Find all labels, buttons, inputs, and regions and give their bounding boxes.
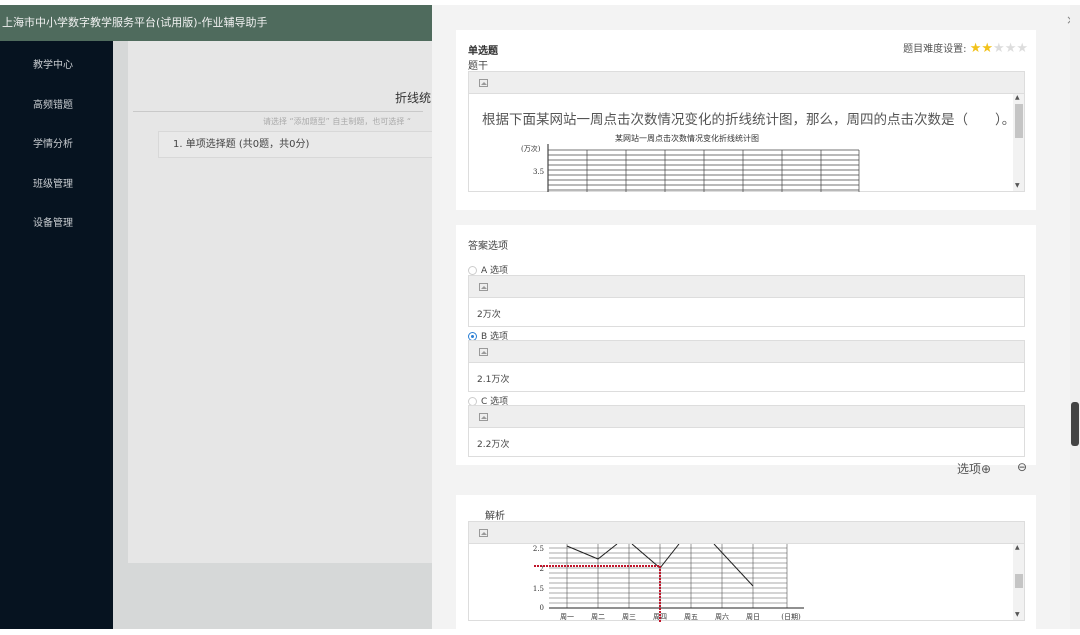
analysis-scrollbar[interactable]: ▲ ▼ [1013, 544, 1024, 620]
y-tick: 1.5 [533, 585, 544, 593]
y-tick: 0 [540, 604, 544, 612]
x-tick: 周一 [560, 613, 574, 621]
option-value: 2.1万次 [477, 375, 510, 385]
stem-chart-unit: (万次) [521, 145, 541, 153]
answers-card: 答案选项 A 选项 2万次 B 选项 2.1万次 C 选项 2.2万次 [456, 225, 1036, 465]
insert-image-icon[interactable] [479, 413, 488, 421]
divider [133, 111, 423, 112]
insert-image-icon[interactable] [479, 348, 488, 356]
sidebar-item-analysis[interactable]: 学情分析 [0, 125, 113, 165]
star-icon[interactable]: ★ [1016, 41, 1028, 56]
sidebar-item-class-management[interactable]: 班级管理 [0, 165, 113, 205]
sidebar-item-frequent-errors[interactable]: 高频错题 [0, 86, 113, 126]
question-section[interactable]: 1. 单项选择题 (共0题，共0分) [158, 131, 438, 158]
stem-chart-grid [547, 144, 860, 192]
panel-scrollbar[interactable] [1070, 5, 1080, 629]
add-option-label: 选项 [957, 462, 982, 476]
sidebar: 教学中心 高频错题 学情分析 班级管理 设备管理 [0, 41, 113, 629]
data-line [713, 544, 754, 587]
app-title-bar: 上海市中小学数字教学服务平台(试用版)-作业辅导助手 [0, 5, 432, 41]
analysis-card: 解析 2.5 2 1.5 0 周一 周二 周三 周四 周五 周六 周日 (日期) [456, 495, 1036, 635]
x-axis-label: (日期) [781, 613, 801, 621]
page-title: 折线统 [395, 91, 432, 105]
star-icon[interactable]: ★ [993, 41, 1005, 56]
analysis-chart: 2.5 2 1.5 0 周一 周二 周三 周四 周五 周六 周日 (日期) [533, 544, 804, 622]
sidebar-item-teaching-center[interactable]: 教学中心 [0, 46, 113, 86]
stem-chart-tick: 3.5 [533, 168, 545, 176]
star-icon[interactable]: ★ [981, 41, 993, 56]
main-area: 折线统 请选择 “添加题型” 自主制题，也可选择 “ 1. 单项选择题 (共0题… [113, 41, 438, 629]
data-line [631, 544, 680, 569]
option-value: 2.2万次 [477, 440, 510, 450]
plus-circle-icon: ⊕ [981, 462, 992, 476]
stem-label: 题干 [468, 61, 488, 72]
app-title: 上海市中小学数字教学服务平台(试用版)-作业辅导助手 [2, 16, 268, 29]
remove-option-button[interactable]: ⊖ [1017, 460, 1027, 474]
difficulty-rating: 题目难度设置: ★★★★★ [903, 40, 1028, 56]
insert-image-icon[interactable] [479, 79, 488, 87]
insert-image-icon[interactable] [479, 529, 488, 537]
star-icon[interactable]: ★ [1005, 41, 1017, 56]
star-icon[interactable]: ★ [970, 41, 982, 56]
y-tick: 2.5 [533, 545, 544, 553]
stem-card: 单选题 题干 题目难度设置: ★★★★★ 根据下面某网站一周点击次数情况变化的折… [456, 30, 1036, 210]
option-c-editor[interactable]: 2.2万次 [468, 405, 1025, 457]
minus-circle-icon: ⊖ [1017, 460, 1028, 474]
x-tick: 周三 [622, 613, 636, 621]
sidebar-item-device-management[interactable]: 设备管理 [0, 204, 113, 244]
x-tick: 周五 [684, 613, 698, 621]
stem-editor[interactable]: 根据下面某网站一周点击次数情况变化的折线统计图，那么，周四的点击次数是（ ）。 … [468, 71, 1025, 192]
question-type: 单选题 [468, 46, 498, 57]
x-tick: 周六 [715, 612, 729, 621]
answers-label: 答案选项 [468, 241, 508, 252]
option-b-editor[interactable]: 2.1万次 [468, 340, 1025, 392]
stem-scrollbar[interactable]: ▲ ▼ [1013, 94, 1024, 191]
hint-text: 请选择 “添加题型” 自主制题，也可选择 “ [263, 117, 412, 126]
insert-image-icon[interactable] [479, 283, 488, 291]
option-value: 2万次 [477, 310, 501, 320]
data-line [566, 544, 618, 560]
analysis-editor[interactable]: 2.5 2 1.5 0 周一 周二 周三 周四 周五 周六 周日 (日期) [468, 521, 1025, 622]
stem-chart-title: 某网站一周点击次数情况变化折线统计图 [615, 134, 759, 143]
stem-text: 根据下面某网站一周点击次数情况变化的折线统计图，那么，周四的点击次数是（ ）。 [482, 112, 1016, 128]
analysis-label: 解析 [485, 511, 505, 522]
question-editor-panel: × 单选题 题干 题目难度设置: ★★★★★ 根据下面某网站一周点击次数情况变化… [432, 5, 1080, 635]
x-tick: 周日 [746, 613, 760, 621]
option-a-editor[interactable]: 2万次 [468, 275, 1025, 327]
difficulty-label: 题目难度设置: [903, 44, 967, 55]
add-option-button[interactable]: 选项⊕ [957, 460, 991, 477]
x-tick: 周二 [591, 613, 605, 621]
